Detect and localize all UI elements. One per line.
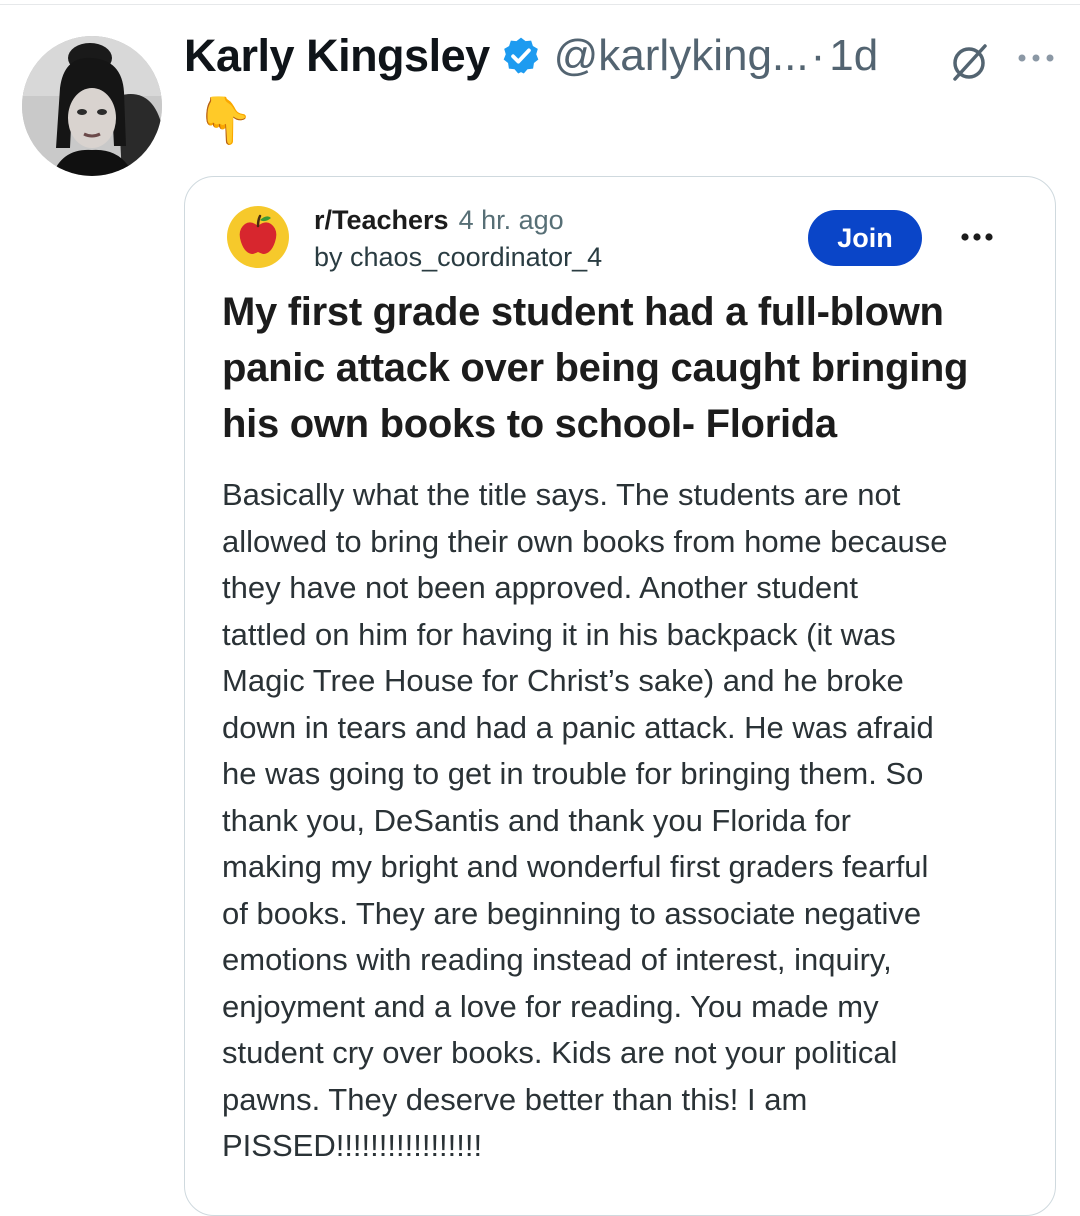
post-title: My first grade student had a full-blown … bbox=[222, 290, 969, 446]
body-line: he was going to get in trouble for bring… bbox=[222, 756, 924, 791]
body-line: they have not been approved. Another stu… bbox=[222, 570, 858, 605]
more-dots-icon[interactable] bbox=[1016, 46, 1056, 70]
avatar[interactable] bbox=[22, 36, 162, 176]
separator-dot: · bbox=[810, 31, 826, 80]
body-line: emotions with reading instead of interes… bbox=[222, 942, 892, 977]
post-body: Basically what the title says. The stude… bbox=[222, 472, 1037, 1170]
body-line: student cry over books. Kids are not you… bbox=[222, 1035, 898, 1070]
body-line: thank you, DeSantis and thank you Florid… bbox=[222, 802, 851, 838]
body-line: of books. They are beginning to associat… bbox=[222, 895, 922, 931]
apple-icon bbox=[239, 214, 277, 254]
body-line: pawns. They deserve better than this! I … bbox=[222, 1081, 808, 1117]
handle[interactable]: @karlyking... bbox=[554, 31, 809, 81]
subreddit-line: r/Teachers 4 hr. ago bbox=[314, 203, 564, 237]
display-name[interactable]: Karly Kingsley bbox=[184, 30, 490, 82]
timestamp[interactable]: 1d bbox=[829, 31, 878, 81]
subreddit-icon[interactable] bbox=[227, 206, 289, 268]
body-line: PISSED!!!!!!!!!!!!!!!!! bbox=[222, 1128, 483, 1163]
tweet-header: Karly Kingsley @karlyking... · 1d bbox=[184, 26, 878, 86]
profile-photo bbox=[22, 36, 162, 176]
body-line: tattled on him for having it in his back… bbox=[222, 616, 896, 652]
body-line: Magic Tree House for Christ’s sake) and … bbox=[222, 663, 904, 698]
post-author[interactable]: by chaos_coordinator_4 bbox=[314, 240, 602, 274]
body-line: allowed to bring their own books from ho… bbox=[222, 523, 948, 559]
verified-badge-icon bbox=[503, 37, 538, 74]
top-divider bbox=[0, 4, 1080, 5]
post-age: 4 hr. ago bbox=[458, 205, 564, 235]
body-line: enjoyment and a love for reading. You ma… bbox=[222, 988, 879, 1024]
body-line: making my bright and wonderful first gra… bbox=[222, 849, 929, 884]
subreddit-name[interactable]: r/Teachers bbox=[314, 205, 449, 235]
join-button[interactable]: Join bbox=[808, 210, 922, 266]
grok-icon[interactable] bbox=[948, 40, 992, 84]
body-line: down in tears and had a panic attack. He… bbox=[222, 709, 934, 745]
post-menu-icon[interactable] bbox=[960, 230, 994, 244]
body-line: Basically what the title says. The stude… bbox=[222, 477, 901, 512]
tweet-text: 👇 bbox=[196, 94, 254, 146]
